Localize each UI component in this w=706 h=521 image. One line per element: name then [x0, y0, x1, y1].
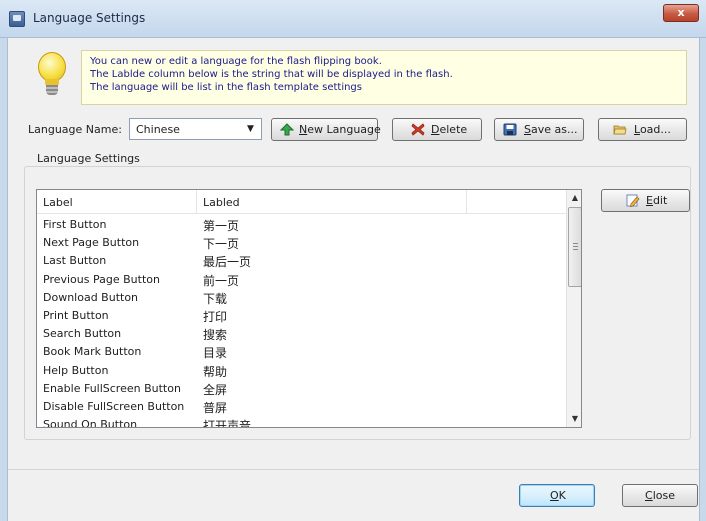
cell-labled: 普屏 — [203, 401, 228, 415]
table-row[interactable]: Enable FullScreen Button 全屏 — [37, 380, 566, 398]
delete-button[interactable]: Delete — [392, 118, 482, 141]
chevron-down-icon[interactable]: ▼ — [247, 124, 254, 134]
ok-button[interactable]: OK — [519, 484, 595, 507]
cell-label: Search Button — [43, 327, 122, 341]
cell-labled: 下载 — [203, 291, 228, 306]
green-arrow-up-icon — [279, 123, 295, 136]
table-row[interactable]: Sound On Button 打开声音 — [37, 416, 566, 428]
scroll-down-arrow-icon[interactable]: ▼ — [567, 411, 581, 427]
close-button[interactable]: Close — [622, 484, 698, 507]
open-folder-icon — [613, 123, 627, 136]
info-line-2: The Lablde column below is the string th… — [90, 69, 453, 80]
table-row[interactable]: Download Button 下载 — [37, 289, 566, 307]
cell-labled: 前一页 — [203, 273, 240, 288]
table-row[interactable]: Next Page Button 下一页 — [37, 234, 566, 252]
column-divider[interactable] — [466, 190, 467, 214]
app-window-icon — [9, 11, 25, 27]
window-title: Language Settings — [33, 11, 146, 25]
table-vertical-scrollbar[interactable]: ▲ ▼ — [566, 190, 581, 427]
language-name-label: Language Name: — [28, 123, 122, 136]
edit-button[interactable]: Edit — [601, 189, 690, 212]
info-line-3: The language will be list in the flash t… — [90, 82, 362, 93]
cell-label: Help Button — [43, 363, 109, 377]
new-language-button[interactable]: New Language — [271, 118, 381, 141]
scrollbar-thumb[interactable] — [568, 207, 581, 287]
table-row[interactable]: Search Button 搜索 — [37, 325, 566, 343]
edit-pencil-icon — [626, 194, 640, 207]
cell-label: Next Page Button — [43, 236, 140, 250]
table-row[interactable]: Book Mark Button 目录 — [37, 343, 566, 361]
table-row[interactable]: First Button 第一页 — [37, 216, 566, 234]
column-header-label[interactable]: Label — [43, 196, 73, 209]
footer-divider — [8, 469, 699, 470]
table-row[interactable]: Last Button 最后一页 — [37, 252, 566, 270]
cell-label: Last Button — [43, 254, 107, 268]
cell-label: Enable FullScreen Button — [43, 381, 181, 395]
cell-labled: 最后一页 — [203, 255, 252, 270]
cell-labled: 下一页 — [203, 237, 240, 252]
cell-label: Book Mark Button — [43, 345, 142, 359]
cell-labled: 全屏 — [203, 382, 228, 397]
cell-labled: 目录 — [203, 346, 228, 361]
cell-labled: 打印 — [203, 310, 228, 324]
red-x-icon — [411, 123, 425, 136]
column-divider[interactable] — [196, 190, 197, 214]
table-header: Label Labled — [37, 190, 566, 214]
table-row[interactable]: Disable FullScreen Button 普屏 — [37, 398, 566, 416]
cell-label: Disable FullScreen Button — [43, 400, 185, 413]
window-frame-right — [699, 38, 706, 521]
cell-label: Print Button — [43, 309, 109, 322]
cell-labled: 搜索 — [203, 328, 228, 343]
language-strings-table[interactable]: Label Labled First Button 第一页 Next Page Bu… — [36, 189, 582, 428]
cell-labled: 打开声音 — [203, 419, 252, 428]
cell-labled: 帮助 — [203, 364, 228, 379]
table-row[interactable]: Previous Page Button 前一页 — [37, 271, 566, 289]
language-name-dropdown[interactable]: Chinese ▼ — [129, 118, 262, 140]
info-line-1: You can new or edit a language for the f… — [90, 56, 382, 67]
scroll-up-arrow-icon[interactable]: ▲ — [567, 190, 581, 206]
cell-label: Sound On Button — [43, 418, 138, 428]
column-header-labled[interactable]: Labled — [203, 196, 240, 209]
save-as-button[interactable]: Save as... — [494, 118, 584, 141]
title-bar: Language Settings x — [0, 0, 706, 38]
floppy-disk-icon — [503, 123, 517, 136]
cell-label: Previous Page Button — [43, 272, 160, 286]
cell-label: Download Button — [43, 290, 139, 304]
cell-labled: 第一页 — [203, 219, 240, 233]
window-frame-left — [0, 38, 8, 521]
group-title: Language Settings — [34, 152, 143, 165]
table-row[interactable]: Help Button 帮助 — [37, 362, 566, 380]
table-row[interactable]: Print Button 打印 — [37, 307, 566, 325]
window-close-button[interactable]: x — [663, 4, 699, 22]
load-button[interactable]: Load... — [598, 118, 687, 141]
lightbulb-icon — [35, 52, 69, 100]
info-panel: You can new or edit a language for the f… — [81, 50, 687, 105]
language-name-value: Chinese — [136, 123, 180, 136]
cell-label: First Button — [43, 218, 107, 231]
